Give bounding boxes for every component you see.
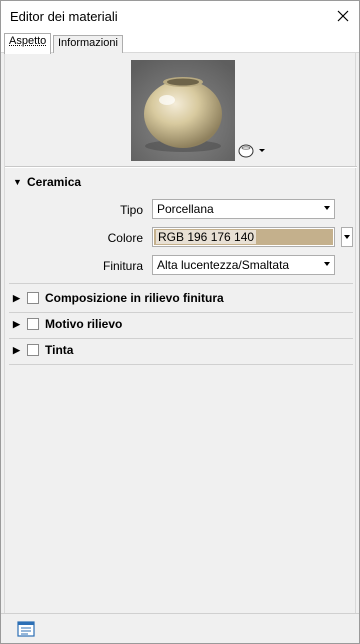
- colore-dropdown-button[interactable]: [341, 227, 353, 247]
- colore-value: RGB 196 176 140: [156, 230, 257, 244]
- tipo-value: Porcellana: [157, 202, 214, 216]
- chevron-down-icon: [344, 235, 350, 239]
- ceramic-vase-preview-image: [131, 60, 235, 161]
- sphere-shape-icon: [238, 144, 254, 158]
- chevron-down-icon: [259, 149, 265, 152]
- separator: [9, 312, 353, 313]
- separator: [9, 283, 353, 284]
- appearance-panel: ▼ Ceramica Tipo Porcellana Colore RGB 19…: [4, 53, 357, 613]
- tab-strip: Aspetto Informazioni: [1, 32, 359, 54]
- chevron-down-icon: [324, 262, 330, 266]
- preview-shape-dropdown[interactable]: [238, 143, 272, 159]
- finitura-label: Finitura: [102, 259, 143, 273]
- chevron-down-icon: [324, 206, 330, 210]
- collapsed-triangle-icon: ▶: [13, 344, 20, 355]
- footer-bar: [1, 613, 359, 643]
- tab-informazioni[interactable]: Informazioni: [53, 35, 123, 53]
- expanded-triangle-icon: ▼: [13, 177, 22, 187]
- finitura-select[interactable]: Alta lucentezza/Smaltata: [152, 255, 335, 275]
- section-ceramica-label: Ceramica: [27, 175, 82, 189]
- close-button[interactable]: [329, 2, 357, 30]
- composizione-checkbox[interactable]: [27, 292, 39, 304]
- close-icon: [337, 10, 349, 22]
- tipo-label: Tipo: [120, 203, 143, 217]
- material-browser-button[interactable]: [17, 620, 35, 638]
- collapsed-triangle-icon: ▶: [13, 292, 20, 303]
- section-motivo-header[interactable]: ▶ Motivo rilievo: [13, 316, 122, 332]
- tab-aspetto[interactable]: Aspetto: [4, 33, 52, 54]
- window-title: Editor dei materiali: [10, 9, 118, 24]
- material-browser-icon: [17, 621, 35, 637]
- section-tinta-label: Tinta: [45, 343, 74, 357]
- tab-aspetto-label: Aspetto: [9, 35, 47, 47]
- tab-informazioni-label: Informazioni: [58, 37, 118, 49]
- tipo-select[interactable]: Porcellana: [152, 199, 335, 219]
- section-composizione-label: Composizione in rilievo finitura: [45, 291, 224, 305]
- title-bar: Editor dei materiali: [1, 1, 359, 32]
- tinta-checkbox[interactable]: [27, 344, 39, 356]
- separator: [9, 364, 353, 365]
- motivo-checkbox[interactable]: [27, 318, 39, 330]
- section-divider: [5, 166, 357, 168]
- section-ceramica-header[interactable]: ▼ Ceramica: [13, 174, 81, 190]
- separator: [9, 338, 353, 339]
- collapsed-triangle-icon: ▶: [13, 318, 20, 329]
- section-motivo-label: Motivo rilievo: [45, 317, 123, 331]
- section-tinta-header[interactable]: ▶ Tinta: [13, 342, 73, 358]
- material-editor-window: Editor dei materiali Aspetto Informazion…: [0, 0, 360, 644]
- colore-swatch[interactable]: RGB 196 176 140: [152, 227, 335, 247]
- finitura-value: Alta lucentezza/Smaltata: [157, 258, 290, 272]
- section-composizione-header[interactable]: ▶ Composizione in rilievo finitura: [13, 290, 224, 306]
- material-preview[interactable]: [131, 60, 235, 161]
- colore-label: Colore: [107, 231, 143, 245]
